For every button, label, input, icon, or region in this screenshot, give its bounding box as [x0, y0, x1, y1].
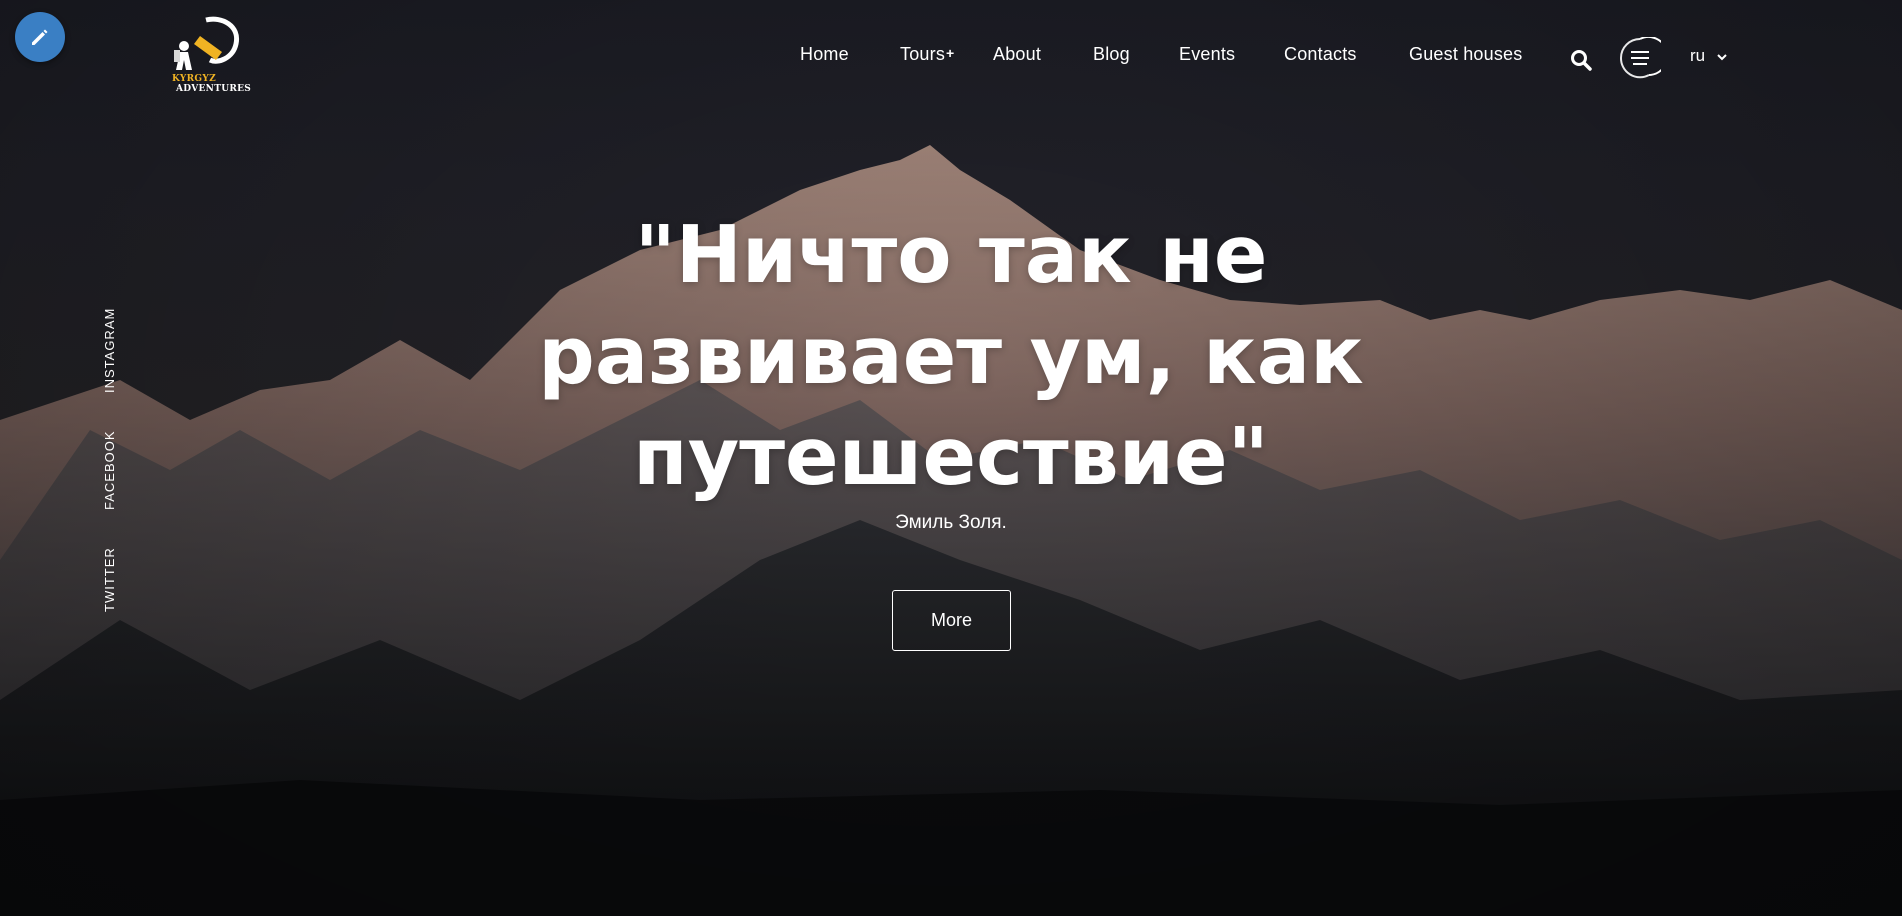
nav-about[interactable]: About: [993, 44, 1041, 65]
nav-tours-label: Tours: [900, 44, 946, 64]
social-link-facebook[interactable]: FACEBOOK: [102, 430, 117, 510]
nav-events[interactable]: Events: [1179, 44, 1235, 65]
hamburger-menu-icon[interactable]: [1619, 36, 1669, 79]
nav-tours[interactable]: Tours+: [900, 44, 954, 65]
nav-guest-houses[interactable]: Guest houses: [1409, 44, 1522, 65]
quote-author: Эмиль Золя.: [895, 512, 1007, 533]
chevron-down-icon[interactable]: [1716, 52, 1728, 62]
hero-quote-line: "Ничто так не: [634, 209, 1268, 301]
logo-text-kyrgyz: KYRGYZ: [172, 74, 216, 84]
search-icon[interactable]: [1570, 49, 1592, 71]
hero-quote: "Ничто так не развивает ум, как путешест…: [451, 205, 1451, 508]
logo-text-adventures: ADVENTURES: [176, 84, 252, 94]
submenu-plus-icon: +: [946, 45, 955, 61]
nav-blog[interactable]: Blog: [1093, 44, 1130, 65]
more-button[interactable]: More: [892, 590, 1011, 651]
hero-quote-line: развивает ум, как: [538, 310, 1364, 402]
hero-quote-line: путешествие": [633, 411, 1269, 503]
nav-home[interactable]: Home: [800, 44, 849, 65]
social-link-twitter[interactable]: TWITTER: [102, 547, 117, 612]
nav-contacts[interactable]: Contacts: [1284, 44, 1357, 65]
pencil-icon: [32, 29, 48, 45]
social-link-instagram[interactable]: INSTAGRAM: [102, 308, 117, 393]
edit-button[interactable]: [15, 12, 65, 62]
language-selector[interactable]: ru: [1690, 46, 1705, 66]
logo-emblem: [174, 16, 240, 70]
